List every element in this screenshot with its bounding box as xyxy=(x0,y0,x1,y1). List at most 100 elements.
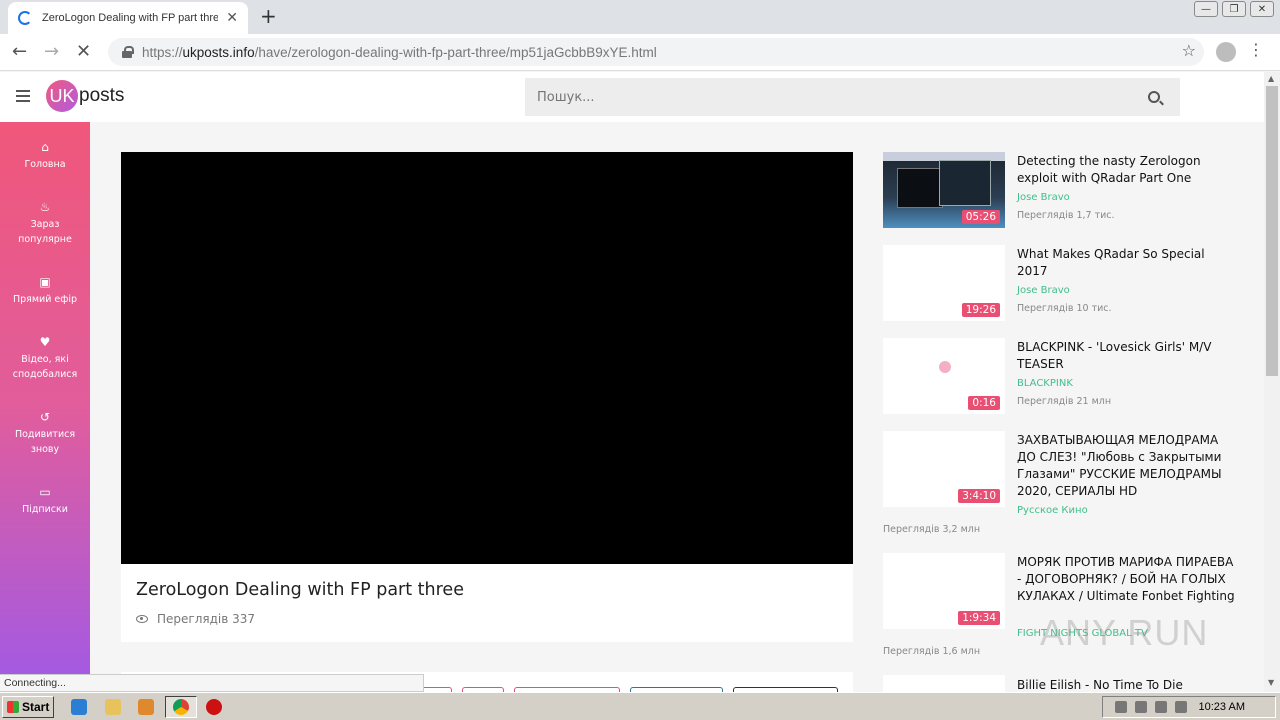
sidebar-item-label: Подивитися знову xyxy=(14,429,76,455)
flag-icon[interactable] xyxy=(1174,701,1187,713)
recommended-title[interactable]: Detecting the nasty Zerologon exploit wi… xyxy=(1017,153,1237,187)
sidebar-item-liked[interactable]: ♥ Відео, які сподобалися xyxy=(0,335,90,382)
recommended-title[interactable]: Billie Eilish - No Time To Die xyxy=(1017,677,1237,692)
scroll-up-icon[interactable]: ▲ xyxy=(1268,74,1274,83)
home-icon: ⌂ xyxy=(41,140,49,154)
browser-tab[interactable]: ZeroLogon Dealing with FP part three ✕ xyxy=(8,2,248,34)
history-icon: ↺ xyxy=(39,410,51,424)
profile-avatar[interactable] xyxy=(1216,42,1236,62)
minimize-button[interactable]: — xyxy=(1194,1,1218,17)
duration-badge: 3:4:10 xyxy=(958,489,1000,503)
video-thumbnail[interactable]: 0:16 xyxy=(883,338,1005,414)
system-tray: 10:23 AM xyxy=(1102,696,1276,718)
url-text: https://ukposts.info/have/zerologon-deal… xyxy=(142,44,657,60)
network-icon[interactable] xyxy=(1154,701,1167,713)
browser-menu-icon[interactable]: ⋮ xyxy=(1248,40,1264,59)
close-window-button[interactable]: ✕ xyxy=(1250,1,1274,17)
site-header: UK posts xyxy=(0,72,1264,122)
sidebar-item-label: Головна xyxy=(24,159,66,170)
volume-icon[interactable] xyxy=(1134,701,1147,713)
live-icon: ▣ xyxy=(39,275,51,289)
search-input[interactable] xyxy=(525,78,1180,116)
recommended-title[interactable]: BLACKPINK - 'Lovesick Girls' M/V TEASER xyxy=(1017,339,1237,373)
ie-icon[interactable] xyxy=(71,699,87,715)
scrollbar-thumb[interactable] xyxy=(1266,86,1278,376)
view-count: Переглядів 1,6 млн xyxy=(883,646,981,657)
video-views: Переглядів 337 xyxy=(136,612,255,626)
video-player[interactable] xyxy=(121,152,853,564)
tab-title: ZeroLogon Dealing with FP part three xyxy=(42,12,218,24)
chrome-icon xyxy=(173,699,189,715)
duration-badge: 19:26 xyxy=(961,303,1000,317)
browser-toolbar: ← → ✕ https://ukposts.info/have/zerologo… xyxy=(0,34,1280,71)
hamburger-menu-icon[interactable] xyxy=(16,90,30,102)
view-count: Переглядів 1,7 тис. xyxy=(1017,210,1115,221)
recommended-title[interactable]: ЗАХВАТЫВАЮЩАЯ МЕЛОДРАМА ДО СЛЕЗ! "Любовь… xyxy=(1017,432,1237,500)
chrome-taskbar-button[interactable] xyxy=(165,696,197,718)
start-label: Start xyxy=(22,700,50,714)
loading-spinner-icon xyxy=(18,11,32,25)
browser-tabbar: ZeroLogon Dealing with FP part three ✕ +… xyxy=(0,0,1280,34)
window-controls: — ❐ ✕ xyxy=(1194,1,1274,17)
logo-text: posts xyxy=(79,85,125,106)
close-tab-icon[interactable]: ✕ xyxy=(226,10,238,26)
video-thumbnail[interactable]: 1:9:34 xyxy=(883,553,1005,629)
video-views-text: Переглядів 337 xyxy=(157,612,256,626)
maximize-button[interactable]: ❐ xyxy=(1222,1,1246,17)
channel-name[interactable]: Jose Bravo xyxy=(1017,192,1070,203)
play-icon xyxy=(939,361,951,373)
sidebar-item-label: Відео, які сподобалися xyxy=(12,354,78,380)
sidebar-item-label: Зараз популярне xyxy=(18,219,72,245)
video-thumbnail[interactable]: 05:26 xyxy=(883,152,1005,228)
logo-badge: UK xyxy=(46,80,78,112)
sidebar: ⌂ Головна ♨ Зараз популярне ▣ Прямий ефі… xyxy=(0,122,90,692)
scroll-down-icon[interactable]: ▼ xyxy=(1268,678,1274,687)
media-player-icon[interactable] xyxy=(138,699,154,715)
forward-arrow-icon[interactable]: → xyxy=(44,40,59,64)
recommended-video[interactable]: Billie Eilish - No Time To Die xyxy=(883,675,1243,692)
video-title: ZeroLogon Dealing with FP part three xyxy=(136,580,464,600)
windows-taskbar: Start 10:23 AM xyxy=(0,692,1280,720)
browser-status-bar: Connecting... xyxy=(0,674,424,692)
eye-icon xyxy=(136,615,148,623)
view-count: Переглядів 3,2 млн xyxy=(883,524,981,535)
sidebar-item-history[interactable]: ↺ Подивитися знову xyxy=(0,410,90,457)
sidebar-item-label: Прямий ефір xyxy=(12,294,78,305)
bookmark-star-icon[interactable]: ☆ xyxy=(1182,41,1196,60)
site-logo[interactable]: UK posts xyxy=(46,80,124,112)
sidebar-item-home[interactable]: ⌂ Головна xyxy=(0,140,90,172)
view-count: Переглядів 21 млн xyxy=(1017,396,1112,407)
back-arrow-icon[interactable]: ← xyxy=(12,40,27,64)
new-tab-button[interactable]: + xyxy=(260,5,277,27)
duration-badge: 05:26 xyxy=(961,210,1000,224)
recommended-title[interactable]: МОРЯК ПРОТИВ МАРИФА ПИРАЕВА - ДОГОВОРНЯК… xyxy=(1017,554,1237,605)
explorer-icon[interactable] xyxy=(105,699,121,715)
search-icon[interactable] xyxy=(1148,91,1160,103)
opera-icon[interactable] xyxy=(206,699,222,715)
duration-badge: 1:9:34 xyxy=(958,611,1000,625)
page-scrollbar[interactable]: ▲ ▼ xyxy=(1264,72,1280,692)
sidebar-item-subscriptions[interactable]: ▭ Підписки xyxy=(0,485,90,517)
video-thumbnail[interactable]: 3:4:10 xyxy=(883,431,1005,507)
sidebar-item-live[interactable]: ▣ Прямий ефір xyxy=(0,275,90,307)
heart-icon: ♥ xyxy=(39,335,51,349)
duration-badge: 0:16 xyxy=(968,396,1000,410)
clock[interactable]: 10:23 AM xyxy=(1199,701,1245,713)
video-info: ZeroLogon Dealing with FP part three Пер… xyxy=(121,564,853,642)
channel-name[interactable]: BLACKPINK xyxy=(1017,378,1073,389)
view-count: Переглядів 10 тис. xyxy=(1017,303,1112,314)
start-button[interactable]: Start xyxy=(2,696,54,718)
windows-logo-icon xyxy=(7,701,19,713)
stop-loading-icon[interactable]: ✕ xyxy=(76,40,91,64)
sidebar-item-trending[interactable]: ♨ Зараз популярне xyxy=(0,200,90,247)
anyrun-watermark: ANY RUN xyxy=(1040,612,1209,653)
video-thumbnail[interactable]: 19:26 xyxy=(883,245,1005,321)
recommended-title[interactable]: What Makes QRadar So Special 2017 xyxy=(1017,246,1237,280)
channel-name[interactable]: Jose Bravo xyxy=(1017,285,1070,296)
sidebar-item-label: Підписки xyxy=(22,504,68,515)
video-thumbnail[interactable] xyxy=(883,675,1005,692)
flame-icon: ♨ xyxy=(39,200,51,214)
address-bar[interactable]: https://ukposts.info/have/zerologon-deal… xyxy=(108,38,1204,66)
channel-name[interactable]: Русское Кино xyxy=(1017,505,1088,516)
tray-up-icon[interactable] xyxy=(1114,701,1127,713)
